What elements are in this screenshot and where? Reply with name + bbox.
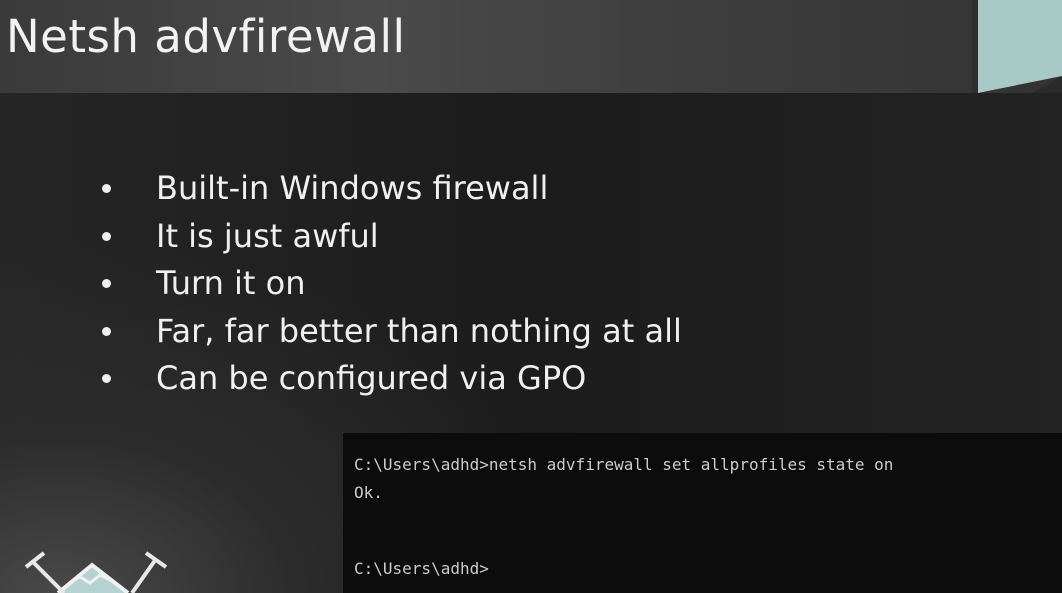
bullet-list: Built-in Windows firewall It is just awf…	[100, 165, 682, 403]
bullet-item: It is just awful	[100, 213, 682, 261]
bullet-text: Turn it on	[156, 264, 306, 302]
bullet-text: Built-in Windows firewall	[156, 169, 549, 207]
bullet-item: Far, far better than nothing at all	[100, 308, 682, 356]
ice-axe-mountain-logo-icon	[24, 551, 168, 593]
title-bar: Netsh advfirewall	[0, 0, 1062, 93]
bullet-dot-icon	[102, 184, 111, 193]
bullet-text: Can be configured via GPO	[156, 359, 587, 397]
bullet-dot-icon	[102, 279, 111, 288]
bullet-item: Can be configured via GPO	[100, 355, 682, 403]
terminal-output-line: Ok.	[354, 483, 383, 502]
slide-title: Netsh advfirewall	[6, 10, 406, 63]
bullet-item: Turn it on	[100, 260, 682, 308]
bullet-text: It is just awful	[156, 216, 379, 255]
terminal-screenshot: C:\Users\adhd>netsh advfirewall set allp…	[343, 433, 1062, 593]
corner-accent-shape	[972, 0, 1062, 93]
bullet-item: Built-in Windows firewall	[100, 165, 682, 213]
terminal-prompt-line: C:\Users\adhd>	[354, 559, 489, 578]
presentation-slide: Netsh advfirewall Built-in Windows firew…	[0, 0, 1062, 593]
bullet-text: Far, far better than nothing at all	[156, 311, 682, 350]
terminal-command-line: C:\Users\adhd>netsh advfirewall set allp…	[354, 455, 894, 474]
bullet-dot-icon	[102, 374, 111, 383]
bullet-dot-icon	[102, 231, 111, 241]
bullet-dot-icon	[102, 326, 111, 336]
